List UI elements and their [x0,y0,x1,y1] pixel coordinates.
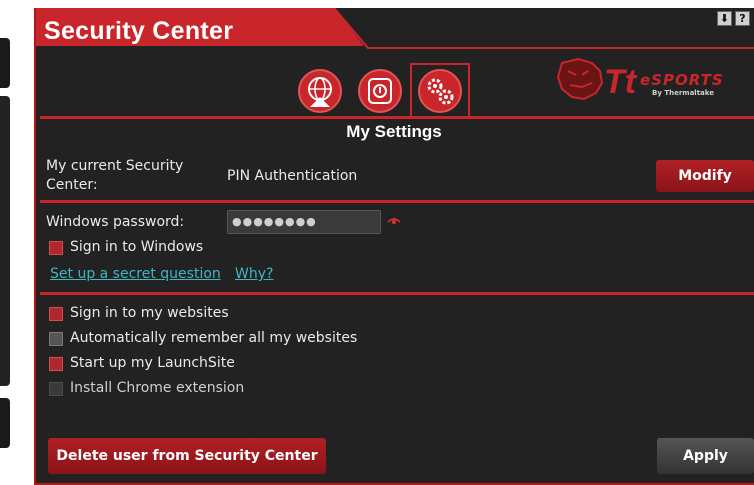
delete-user-button[interactable]: Delete user from Security Center [48,438,326,474]
title-line [333,8,754,49]
windows-password-field[interactable]: ●●●●●●●● [227,210,381,234]
modify-button[interactable]: Modify [656,160,754,192]
security-center-label: My current Security Center: [46,158,184,193]
sign-in-windows-checkbox[interactable] [49,241,63,255]
windows-password-label: Windows password: [46,214,185,230]
sign-in-windows-label: Sign in to Windows [70,239,204,255]
background-edge-block [0,96,10,386]
launchsite-checkbox[interactable] [49,357,63,371]
svg-text:Tt: Tt [604,63,638,101]
tab-settings[interactable] [418,69,462,113]
settings-gears-icon [427,78,454,105]
tab-globe[interactable] [298,69,342,113]
globe-upload-icon [308,77,332,107]
header-divider [40,116,754,119]
security-shield-icon [368,78,392,104]
chrome-extension-checkbox [49,382,63,396]
main-tabs [292,63,472,123]
brand-name: eSPORTS [640,71,724,89]
remember-websites-checkbox[interactable] [49,332,63,346]
download-icon[interactable]: ⬇ [717,11,732,26]
option-label: Automatically remember all my websites [70,330,358,346]
section-divider [40,292,754,295]
option-label: Sign in to my websites [70,305,229,321]
apply-button[interactable]: Apply [657,438,754,474]
background-window-edge [0,0,14,485]
tt-logo-mark: Tt [604,63,638,101]
why-link[interactable]: Why? [235,266,273,282]
tt-esports-logo: Tt eSPORTS By Thermaltake [552,57,724,103]
security-center-value: PIN Authentication [227,168,358,184]
window-controls: ⬇ ? [717,11,750,26]
eye-icon[interactable] [387,216,401,226]
help-icon[interactable]: ? [735,11,750,26]
brand-subtext: By Thermaltake [652,89,714,97]
page-title: My Settings [346,122,442,141]
secret-question-link[interactable]: Set up a secret question [50,266,221,282]
tiger-head-icon [556,57,604,101]
tab-security[interactable] [358,69,402,113]
background-edge-block [0,398,10,448]
sign-in-websites-checkbox[interactable] [49,307,63,321]
security-center-window: Security Center ⬇ ? Tt eSPORTS By Therma… [34,8,754,485]
section-divider [40,200,754,203]
background-edge-block [0,38,10,88]
option-label: Install Chrome extension [70,380,245,396]
window-title: Security Center [44,17,234,45]
option-label: Start up my LaunchSite [70,355,235,371]
